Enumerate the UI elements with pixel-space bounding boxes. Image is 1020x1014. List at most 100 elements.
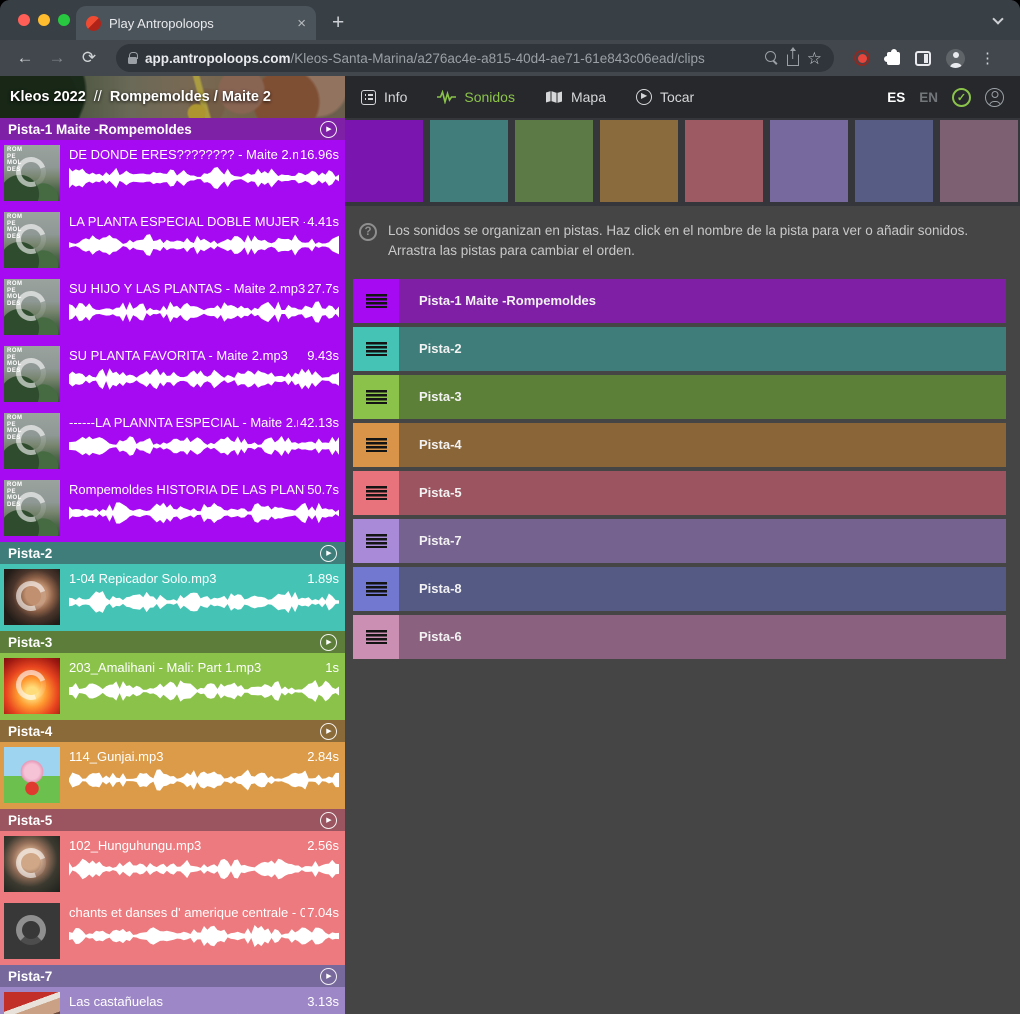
audio-clip[interactable]: 114_Gunjai.mp3 2.84s — [0, 742, 345, 809]
back-button[interactable]: ← — [12, 48, 38, 68]
extensions-puzzle-icon[interactable] — [887, 52, 900, 65]
drag-handle[interactable] — [353, 519, 399, 563]
drag-handle[interactable] — [353, 279, 399, 323]
address-bar[interactable]: app.antropoloops.com/Kleos-Santa-Marina/… — [116, 44, 834, 72]
close-tab-icon[interactable]: × — [297, 15, 306, 32]
audio-clip[interactable]: 102_Hunguhungu.mp3 2.56s — [0, 831, 345, 898]
pista-header[interactable]: Pista-3 ▶ — [0, 631, 345, 653]
clip-body: 203_Amalihani - Mali: Part 1.mp3 1s — [69, 658, 339, 715]
browser-tab[interactable]: Play Antropoloops × — [76, 6, 316, 40]
pista-header[interactable]: Pista-5 ▶ — [0, 809, 345, 831]
browser-window: Play Antropoloops × + ← → ⟳ app.antropol… — [0, 0, 1020, 1014]
audio-clip[interactable]: 1-04 Repicador Solo.mp3 1.89s — [0, 564, 345, 631]
pista-row-label: Pista-8 — [419, 581, 462, 596]
clip-body: 102_Hunguhungu.mp3 2.56s — [69, 836, 339, 893]
share-icon[interactable] — [787, 54, 799, 66]
check-circle-icon[interactable]: ✓ — [952, 88, 971, 107]
clip-thumbnail: ROMPEMOLDES — [4, 480, 60, 536]
pista-header[interactable]: Pista-2 ▶ — [0, 542, 345, 564]
audio-clip[interactable]: ROMPEMOLDES SU PLANTA FAVORITA - Maite 2… — [0, 341, 345, 408]
pista-row-bar[interactable]: Pista-1 Maite -Rompemoldes — [399, 279, 1006, 323]
breadcrumb-track[interactable]: Rompemoldes / Maite 2 — [110, 89, 271, 105]
maximize-window-button[interactable] — [58, 14, 70, 26]
new-tab-button[interactable]: + — [332, 10, 344, 36]
audio-clip[interactable]: ROMPEMOLDES Rompemoldes HISTORIA DE LAS … — [0, 475, 345, 542]
clip-name: 1-04 Repicador Solo.mp3 — [69, 571, 305, 586]
pista-row-bar[interactable]: Pista-7 — [399, 519, 1006, 563]
drag-handle-icon — [366, 582, 387, 596]
pista-row[interactable]: Pista-8 — [353, 567, 1006, 611]
zoom-icon[interactable] — [765, 51, 779, 65]
bookmark-star-icon[interactable]: ☆ — [807, 50, 822, 67]
pista-row[interactable]: Pista-5 — [353, 471, 1006, 515]
drag-handle[interactable] — [353, 423, 399, 467]
pista-row[interactable]: Pista-6 — [353, 615, 1006, 659]
tab-tocar[interactable]: Tocar — [636, 89, 694, 105]
audio-clip[interactable]: chants et danses d' amerique centrale - … — [0, 898, 345, 965]
clip-title-row: chants et danses d' amerique centrale - … — [69, 905, 339, 920]
sidebar-pista-section: Pista-7 ▶ Las castañuelas 3.13s — [0, 965, 345, 1014]
reload-button[interactable]: ⟳ — [76, 48, 102, 68]
pista-header[interactable]: Pista-7 ▶ — [0, 965, 345, 987]
pista-header[interactable]: Pista-4 ▶ — [0, 720, 345, 742]
drag-handle[interactable] — [353, 327, 399, 371]
profile-avatar[interactable] — [946, 49, 965, 68]
tracks-sidebar: Pista-1 Maite -Rompemoldes ▶ ROMPEMOLDES… — [0, 118, 345, 1014]
close-window-button[interactable] — [18, 14, 30, 26]
pista-row[interactable]: Pista-7 — [353, 519, 1006, 563]
play-circle-icon[interactable]: ▶ — [320, 121, 337, 138]
pista-row-bar[interactable]: Pista-4 — [399, 423, 1006, 467]
audio-clip[interactable]: ROMPEMOLDES SU HIJO Y LAS PLANTAS - Mait… — [0, 274, 345, 341]
clip-title-row: SU PLANTA FAVORITA - Maite 2.mp3 9.43s — [69, 348, 339, 363]
pista-color-swatch — [685, 120, 763, 202]
pista-row-bar[interactable]: Pista-6 — [399, 615, 1006, 659]
pista-row[interactable]: Pista-1 Maite -Rompemoldes — [353, 279, 1006, 323]
pista-row-bar[interactable]: Pista-2 — [399, 327, 1006, 371]
play-circle-icon[interactable]: ▶ — [320, 812, 337, 829]
pista-color-swatch — [345, 120, 423, 202]
sidebar-pista-section: Pista-3 ▶ 203_Amalihani - Mali: Part 1.m… — [0, 631, 345, 720]
play-circle-icon[interactable]: ▶ — [320, 545, 337, 562]
browser-menu-icon[interactable]: ⋮ — [980, 49, 995, 67]
pista-row[interactable]: Pista-2 — [353, 327, 1006, 371]
lock-icon[interactable] — [128, 57, 137, 64]
record-indicator-icon[interactable] — [854, 50, 870, 66]
pista-row-bar[interactable]: Pista-3 — [399, 375, 1006, 419]
play-circle-icon[interactable]: ▶ — [320, 723, 337, 740]
chevron-down-icon[interactable] — [992, 13, 1003, 24]
audio-clip[interactable]: Las castañuelas 3.13s — [0, 987, 345, 1014]
breadcrumb-project[interactable]: Kleos 2022 — [10, 89, 86, 105]
side-panel-icon[interactable] — [915, 51, 931, 66]
audio-clip[interactable]: 203_Amalihani - Mali: Part 1.mp3 1s — [0, 653, 345, 720]
play-circle-icon[interactable]: ▶ — [320, 968, 337, 985]
drag-handle-icon — [366, 438, 387, 452]
clip-title-row: 1-04 Repicador Solo.mp3 1.89s — [69, 571, 339, 586]
drag-handle[interactable] — [353, 567, 399, 611]
clip-title-row: DE DONDE ERES???????? - Maite 2.mp3 16.9… — [69, 147, 339, 162]
lang-en-button[interactable]: EN — [919, 90, 938, 105]
project-map-banner[interactable]: Kleos 2022 // Rompemoldes / Maite 2 — [0, 76, 345, 118]
pista-row[interactable]: Pista-4 — [353, 423, 1006, 467]
drag-handle[interactable] — [353, 375, 399, 419]
breadcrumb-separator: // — [94, 89, 102, 105]
tab-title: Play Antropoloops — [109, 16, 289, 31]
lang-es-button[interactable]: ES — [887, 90, 905, 105]
audio-clip[interactable]: ROMPEMOLDES ------LA PLANNTA ESPECIAL - … — [0, 408, 345, 475]
pista-row-label: Pista-4 — [419, 437, 462, 452]
minimize-window-button[interactable] — [38, 14, 50, 26]
account-icon[interactable] — [985, 88, 1004, 107]
tab-mapa[interactable]: Mapa — [545, 89, 606, 105]
pista-row[interactable]: Pista-3 — [353, 375, 1006, 419]
drag-handle[interactable] — [353, 471, 399, 515]
drag-handle[interactable] — [353, 615, 399, 659]
tab-info[interactable]: Info — [361, 89, 407, 105]
pista-row-bar[interactable]: Pista-5 — [399, 471, 1006, 515]
audio-clip[interactable]: ROMPEMOLDES DE DONDE ERES???????? - Mait… — [0, 140, 345, 207]
pista-header[interactable]: Pista-1 Maite -Rompemoldes ▶ — [0, 118, 345, 140]
pista-row-bar[interactable]: Pista-8 — [399, 567, 1006, 611]
audio-clip[interactable]: ROMPEMOLDES LA PLANTA ESPECIAL DOBLE MUJ… — [0, 207, 345, 274]
app-header: Kleos 2022 // Rompemoldes / Maite 2 Info… — [0, 76, 1020, 118]
play-circle-icon[interactable]: ▶ — [320, 634, 337, 651]
forward-button[interactable]: → — [44, 48, 70, 68]
tab-sonidos[interactable]: Sonidos — [437, 89, 515, 105]
